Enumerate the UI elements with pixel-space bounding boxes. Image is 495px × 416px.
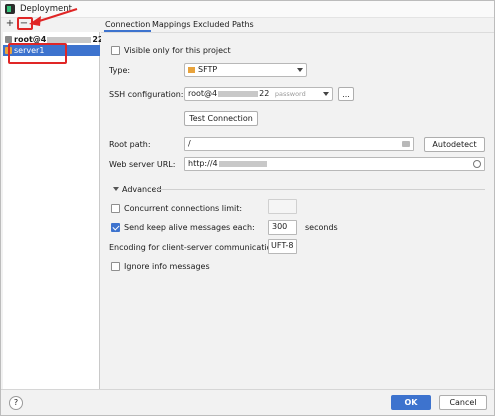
concurrent-limit-label: Concurrent connections limit: [124, 204, 243, 213]
ssh-config-more-button[interactable]: ... [338, 87, 354, 101]
keep-alive-label: Send keep alive messages each: [124, 223, 255, 232]
chevron-down-icon [323, 92, 329, 96]
advanced-divider [155, 189, 485, 190]
web-server-url-value: http://4 [188, 159, 218, 168]
connection-panel: Visible only for this project Type: SFTP… [101, 32, 494, 389]
annotation-arrow [29, 8, 78, 26]
encoding-label: Encoding for client-server communication… [109, 243, 280, 252]
folder-icon[interactable] [402, 141, 410, 147]
root-path-input[interactable]: / [184, 137, 414, 151]
root-path-value: / [188, 139, 191, 148]
collapse-triangle-icon[interactable] [113, 187, 119, 191]
keep-alive-unit: seconds [305, 223, 338, 232]
ignore-info-label: Ignore info messages [124, 262, 210, 271]
deployment-dialog: Deployment + − ✓ root@422 server1 Connec… [0, 0, 495, 416]
web-server-url-input[interactable]: http://4 [184, 157, 485, 171]
chevron-down-icon [297, 68, 303, 72]
globe-icon[interactable] [473, 160, 481, 168]
sftp-icon [188, 66, 195, 73]
web-server-url-label: Web server URL: [109, 160, 176, 169]
help-button[interactable]: ? [9, 396, 23, 410]
advanced-section-title[interactable]: Advanced [122, 185, 162, 195]
dialog-footer: ? OK Cancel [1, 389, 494, 415]
ssh-config-value: root@4 [188, 89, 218, 98]
tab-mappings[interactable]: Mappings [152, 19, 191, 32]
ok-button[interactable]: OK [391, 395, 431, 410]
concurrent-limit-checkbox[interactable] [111, 204, 120, 213]
type-select[interactable]: SFTP [184, 63, 307, 77]
type-value: SFTP [198, 65, 218, 74]
root-path-label: Root path: [109, 140, 151, 149]
tab-excluded-paths[interactable]: Excluded Paths [193, 19, 254, 32]
cancel-button[interactable]: Cancel [439, 395, 487, 410]
test-connection-button[interactable]: Test Connection [184, 111, 258, 126]
concurrent-limit-input[interactable] [268, 199, 297, 214]
ssh-config-label: SSH configuration: [109, 90, 184, 99]
keep-alive-input[interactable]: 300 [268, 220, 297, 235]
redacted-text [218, 90, 259, 97]
server-list: root@4 22 server1 [3, 32, 103, 414]
redacted-text [218, 160, 267, 167]
ssh-config-value-suffix: 22 [259, 89, 270, 98]
type-label: Type: [109, 66, 131, 75]
keep-alive-checkbox[interactable] [111, 223, 120, 232]
ssh-config-select[interactable]: root@4 22 password [184, 87, 333, 101]
ignore-info-checkbox[interactable] [111, 262, 120, 271]
autodetect-button[interactable]: Autodetect [424, 137, 485, 152]
ssh-auth-hint: password [274, 90, 306, 98]
encoding-select[interactable]: UFT-8 [268, 239, 297, 254]
